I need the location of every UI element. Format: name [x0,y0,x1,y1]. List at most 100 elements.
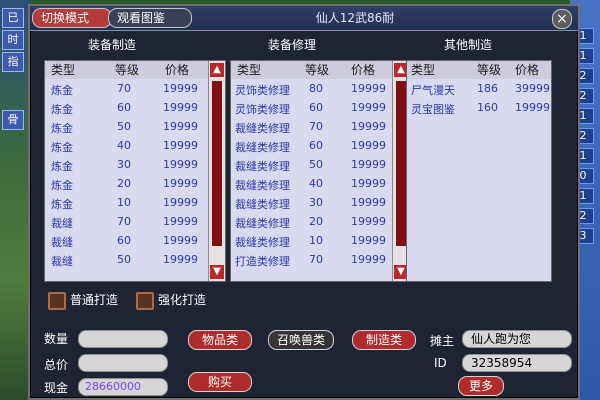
header-type: 类型 [411,63,436,77]
table-row[interactable]: 炼金 70 19999 [45,79,225,98]
table-row[interactable]: 打造类修理 70 19999 [231,250,409,269]
row-type: 裁缝 [51,236,73,249]
row-price: 19999 [351,139,386,152]
total-price-field [78,354,168,372]
row-type: 炼金 [51,141,73,154]
row-price: 19999 [351,215,386,228]
other-make-panel: 类型 等级 价格 尸气漫天 186 39999 灵宝图鉴 160 19999 [406,60,552,282]
row-price: 19999 [163,234,198,247]
row-type: 裁缝类修理 [235,198,290,211]
row-price: 19999 [515,101,550,114]
more-button[interactable]: 更多 [458,376,504,396]
normal-craft-label: 普通打造 [70,293,119,307]
equip-make-rows: 炼金 70 19999 炼金 60 19999 炼金 50 19999 炼金 40 19999 … [45,79,225,281]
row-price: 19999 [163,101,198,114]
view-gallery-tab[interactable]: 观看图鉴 [108,8,192,28]
scroll-down-icon[interactable]: ▼ [210,265,224,279]
equip-make-panel: 类型 等级 价格 炼金 70 19999 炼金 60 19999 炼金 50 19999 炼… [44,60,226,282]
cash-label: 现金 [44,381,69,395]
row-level: 50 [309,158,323,171]
equip-make-title: 装备制造 [88,38,137,52]
strong-craft-label: 强化打造 [158,293,207,307]
scrollbar[interactable]: ▲ ▼ [208,61,225,281]
other-make-title: 其他制造 [444,38,493,52]
equip-repair-rows: 灵饰类修理 80 19999 灵饰类修理 60 19999 裁缝类修理 70 19999 裁… [231,79,409,281]
table-row[interactable]: 炼金 30 19999 [45,155,225,174]
table-row[interactable]: 裁缝类修理 60 19999 [231,136,409,155]
table-row[interactable]: 尸气漫天 186 39999 [407,79,551,98]
table-row[interactable]: 炼金 50 19999 [45,117,225,136]
table-row[interactable]: 裁缝类修理 30 19999 [231,193,409,212]
row-level: 30 [309,196,323,209]
table-row[interactable]: 裁缝类修理 20 19999 [231,212,409,231]
id-label: ID [434,356,447,370]
switch-mode-tab[interactable]: 切换模式 [32,8,112,28]
row-price: 19999 [163,120,198,133]
row-type: 灵宝图鉴 [411,103,455,116]
scroll-thumb[interactable] [396,81,406,246]
left-tag: 时 [2,30,24,50]
table-row[interactable]: 炼金 20 19999 [45,174,225,193]
row-price: 19999 [163,253,198,266]
table-row[interactable]: 炼金 10 19999 [45,193,225,212]
scroll-thumb[interactable] [212,81,222,246]
table-row[interactable]: 裁缝 70 19999 [45,212,225,231]
table-row[interactable]: 灵饰类修理 80 19999 [231,79,409,98]
left-tag: 骨 [2,110,24,130]
table-row[interactable]: 裁缝 50 19999 [45,250,225,269]
row-type: 裁缝类修理 [235,217,290,230]
row-price: 19999 [351,120,386,133]
table-row[interactable]: 灵饰类修理 60 19999 [231,98,409,117]
row-type: 裁缝 [51,217,73,230]
row-type: 炼金 [51,198,73,211]
table-row[interactable]: 裁缝 60 19999 [45,231,225,250]
header-type: 类型 [51,63,76,77]
row-type: 裁缝类修理 [235,179,290,192]
row-level: 60 [309,139,323,152]
buy-button[interactable]: 购买 [188,372,252,392]
row-level: 60 [117,101,131,114]
table-row[interactable]: 炼金 60 19999 [45,98,225,117]
row-price: 19999 [351,253,386,266]
title-bar: 切换模式 观看图鉴 仙人12武86耐 × [30,6,578,31]
shop-window: 切换模式 观看图鉴 仙人12武86耐 × 装备制造 装备修理 其他制造 类型 等… [28,4,580,400]
table-row[interactable]: 裁缝类修理 40 19999 [231,174,409,193]
row-price: 19999 [351,101,386,114]
scroll-up-icon[interactable]: ▲ [210,63,224,77]
table-header: 类型 等级 价格 [45,61,225,79]
row-price: 19999 [163,82,198,95]
strong-craft-checkbox[interactable] [136,292,154,310]
row-level: 10 [309,234,323,247]
table-row[interactable]: 裁缝类修理 10 19999 [231,231,409,250]
row-level: 40 [117,139,131,152]
row-level: 40 [309,177,323,190]
row-price: 39999 [515,82,550,95]
table-row[interactable]: 炼金 40 19999 [45,136,225,155]
items-category-button[interactable]: 物品类 [188,330,252,350]
total-label: 总价 [44,358,69,372]
table-row[interactable]: 灵宝图鉴 160 19999 [407,98,551,117]
row-price: 19999 [351,82,386,95]
make-category-button[interactable]: 制造类 [352,330,416,350]
left-tag: 已 [2,8,24,28]
normal-craft-checkbox[interactable] [48,292,66,310]
close-button[interactable]: × [552,9,572,29]
row-type: 裁缝类修理 [235,236,290,249]
id-value: 32358954 [462,354,572,372]
table-row[interactable]: 裁缝类修理 50 19999 [231,155,409,174]
table-row[interactable]: 裁缝类修理 70 19999 [231,117,409,136]
row-price: 19999 [163,215,198,228]
row-price: 19999 [163,139,198,152]
row-level: 60 [309,101,323,114]
owner-label: 摊主 [430,334,455,348]
row-type: 炼金 [51,122,73,135]
row-level: 60 [117,234,131,247]
row-type: 炼金 [51,179,73,192]
row-price: 19999 [351,234,386,247]
row-level: 70 [117,215,131,228]
row-type: 炼金 [51,103,73,116]
row-type: 打造类修理 [235,255,290,268]
quantity-field[interactable] [78,330,168,348]
pets-category-button[interactable]: 召唤兽类 [268,330,334,350]
row-level: 70 [309,253,323,266]
